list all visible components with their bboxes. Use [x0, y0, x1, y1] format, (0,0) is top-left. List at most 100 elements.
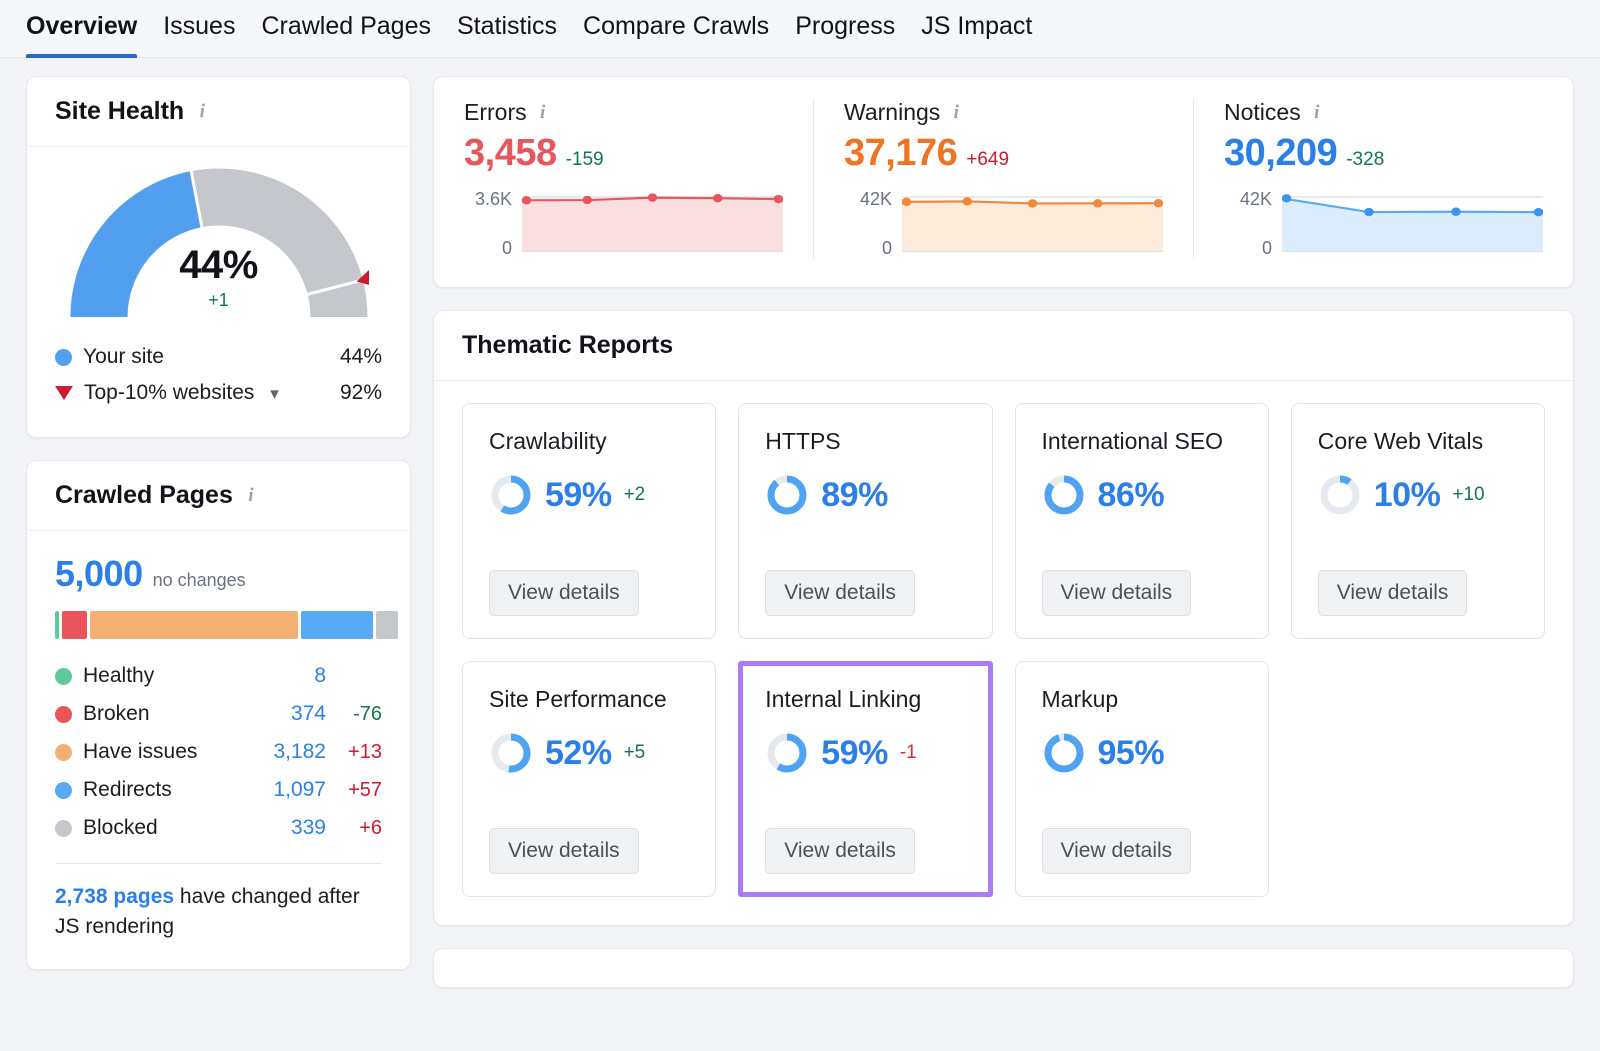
- crawled-pages-row[interactable]: Blocked 339 +6: [55, 809, 382, 847]
- thematic-report-card-site-performance[interactable]: Site Performance 52% +5 View details: [462, 661, 717, 897]
- info-icon[interactable]: i: [1309, 102, 1325, 123]
- crawled-pages-row-label: Broken: [83, 702, 150, 725]
- tab-issues[interactable]: Issues: [163, 0, 235, 58]
- thematic-report-donut-icon: [491, 475, 531, 515]
- legend-value: 44%: [339, 345, 382, 368]
- stacked-bar-segment: [55, 611, 60, 639]
- crawled-pages-row[interactable]: Redirects 1,097 +57: [55, 771, 382, 809]
- tab-statistics[interactable]: Statistics: [457, 0, 557, 58]
- sparkline-point: [1533, 207, 1544, 217]
- chevron-down-icon[interactable]: ▾: [270, 384, 279, 403]
- info-icon[interactable]: i: [535, 102, 551, 123]
- view-details-button[interactable]: View details: [1317, 570, 1468, 616]
- thematic-report-card-internal-linking[interactable]: Internal Linking 59% -1 View details: [738, 661, 993, 897]
- crawled-pages-row[interactable]: Healthy 8: [55, 657, 382, 695]
- crawled-pages-total-row: 5,000 no changes: [55, 553, 382, 595]
- info-icon[interactable]: i: [948, 102, 964, 123]
- metrics-row: Errors i 3,458 -159 3.6K 0 Warnings i 37,176 +649…: [434, 77, 1573, 287]
- stacked-bar-segment: [300, 611, 373, 639]
- legend-row-your-site: Your site 44%: [55, 339, 382, 375]
- view-details-button[interactable]: View details: [489, 828, 639, 874]
- thematic-report-card-international-seo[interactable]: International SEO 86% View details: [1014, 403, 1269, 639]
- sparkline-point: [1364, 207, 1374, 217]
- thematic-report-donut-icon: [491, 733, 531, 773]
- sparkline-point: [521, 196, 532, 205]
- thematic-report-card-core-web-vitals[interactable]: Core Web Vitals 10% +10 View details: [1290, 403, 1545, 639]
- stacked-bar-segment: [62, 611, 87, 639]
- right-column: Errors i 3,458 -159 3.6K 0 Warnings i 37,176 +649…: [433, 76, 1574, 1051]
- tab-overview[interactable]: Overview: [26, 0, 138, 58]
- thematic-report-donut-icon: [1320, 475, 1360, 515]
- crawled-pages-row-value: 1,097: [273, 778, 326, 801]
- sparkline-point: [582, 195, 593, 205]
- crawled-pages-row-label: Blocked: [83, 816, 158, 839]
- sparkline-point: [647, 193, 658, 202]
- thematic-report-card-https[interactable]: HTTPS 89% View details: [738, 403, 993, 639]
- thematic-report-percent: 10%: [1373, 475, 1441, 514]
- thematic-report-name: Site Performance: [489, 686, 667, 712]
- thematic-report-donut-icon: [767, 733, 807, 773]
- crawled-pages-row[interactable]: Broken 374 -76: [55, 695, 382, 733]
- sparkline-plot: [1281, 189, 1544, 259]
- legend-label: Your site: [83, 345, 164, 368]
- tab-compare-crawls[interactable]: Compare Crawls: [583, 0, 769, 58]
- thematic-report-name: Core Web Vitals: [1317, 428, 1484, 454]
- view-details-button[interactable]: View details: [1041, 828, 1192, 874]
- crawled-pages-row[interactable]: Have issues 3,182 +13: [55, 733, 382, 771]
- metric-header: Errors i: [464, 99, 783, 126]
- tab-progress[interactable]: Progress: [795, 0, 895, 58]
- status-dot-icon: [55, 667, 72, 685]
- triangle-down-icon: [55, 386, 73, 400]
- sparkline-plot: [901, 189, 1164, 259]
- metric-label: Warnings: [844, 99, 941, 125]
- main-tabbar: Overview Issues Crawled Pages Statistics…: [0, 0, 1600, 58]
- view-details-button[interactable]: View details: [489, 570, 639, 616]
- axis-tick-bottom: 0: [1261, 238, 1272, 258]
- metric-label: Notices: [1224, 99, 1301, 125]
- legend-row-top-10-websites[interactable]: Top-10% websites ▾ 92%: [55, 375, 382, 411]
- status-dot-icon: [55, 705, 72, 723]
- tab-crawled-pages[interactable]: Crawled Pages: [261, 0, 431, 58]
- view-details-button[interactable]: View details: [765, 828, 915, 874]
- thematic-report-card-markup[interactable]: Markup 95% View details: [1014, 661, 1269, 897]
- metric-value: 3,458: [464, 132, 557, 174]
- metric-value-row: 3,458 -159: [464, 132, 783, 175]
- tab-js-impact[interactable]: JS Impact: [921, 0, 1032, 58]
- sparkline-point: [1092, 199, 1103, 208]
- thematic-reports-title: Thematic Reports: [462, 331, 674, 359]
- sparkline-area: [1282, 198, 1543, 251]
- legend-label-text: Top-10% websites: [84, 381, 255, 404]
- thematic-reports-grid: Crawlability 59% +2 View details HTTPS 89% Vie…: [462, 403, 1545, 897]
- metric-sparkline: 42K 0: [844, 189, 1164, 259]
- js-rendering-count[interactable]: 2,738 pages: [55, 885, 174, 908]
- metric-errors: Errors i 3,458 -159 3.6K 0: [434, 99, 813, 259]
- thematic-report-change: +10: [1452, 484, 1485, 505]
- axis-tick-bottom: 0: [501, 238, 512, 258]
- left-column: Site Health i 44% +1 Your site 44% Top-1…: [26, 76, 411, 1051]
- view-details-button[interactable]: View details: [765, 570, 915, 616]
- thematic-report-name: Internal Linking: [765, 686, 922, 712]
- info-icon[interactable]: i: [243, 485, 259, 506]
- site-health-card: Site Health i 44% +1 Your site 44% Top-1…: [26, 76, 411, 438]
- info-icon[interactable]: i: [194, 101, 210, 122]
- metric-label: Errors: [464, 99, 527, 125]
- thematic-report-score-row: 59% -1: [765, 731, 965, 775]
- view-details-button[interactable]: View details: [1041, 570, 1192, 616]
- site-health-percent: 44%: [179, 243, 258, 287]
- thematic-report-score-row: 52% +5: [489, 731, 689, 775]
- thematic-report-donut-icon: [1044, 733, 1083, 773]
- metric-change: -328: [1346, 149, 1385, 170]
- thematic-report-score-row: 86%: [1042, 473, 1242, 517]
- thematic-report-card-crawlability[interactable]: Crawlability 59% +2 View details: [462, 403, 717, 639]
- metric-sparkline: 3.6K 0: [464, 189, 784, 259]
- site-health-gauge: 44% +1: [55, 167, 382, 317]
- site-health-header: Site Health i: [27, 77, 410, 147]
- thematic-report-donut-icon: [767, 475, 807, 515]
- thematic-report-change: -1: [899, 742, 917, 763]
- next-section-card: [433, 948, 1574, 988]
